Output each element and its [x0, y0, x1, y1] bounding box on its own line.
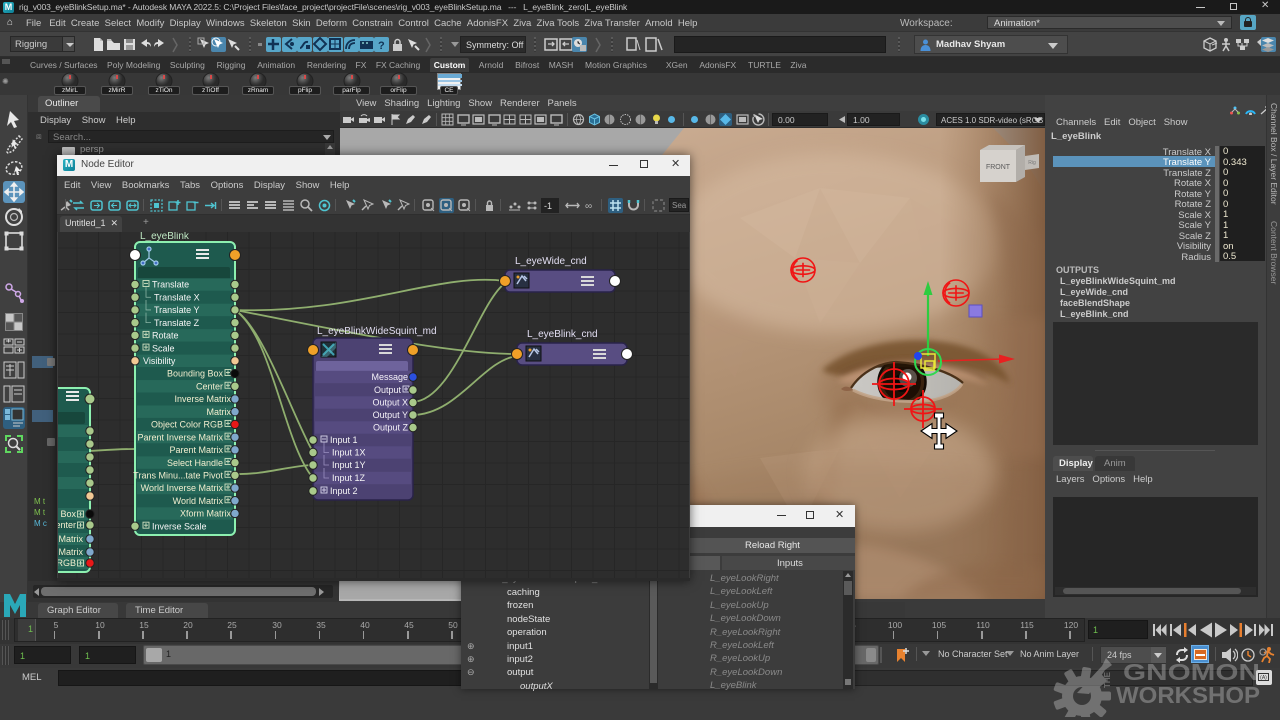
svg-text:∞: ∞	[585, 201, 592, 212]
svg-text:Input 1X: Input 1X	[332, 448, 366, 458]
svg-text:Input 2: Input 2	[330, 486, 358, 496]
svg-text:WORKSHOP: WORKSHOP	[1116, 682, 1260, 708]
svg-text:Message: Message	[371, 372, 408, 382]
svg-text:Output Y: Output Y	[373, 410, 408, 420]
svg-text:-1: -1	[544, 201, 552, 211]
svg-text:L_eyeBlinkWideSquint_md: L_eyeBlinkWideSquint_md	[317, 326, 437, 337]
svg-text:FRONT: FRONT	[986, 164, 1011, 171]
svg-text:Rig: Rig	[1028, 160, 1036, 166]
svg-text:L_eyeWide_cnd: L_eyeWide_cnd	[515, 256, 587, 267]
svg-text:Output: Output	[374, 385, 402, 395]
svg-text:Input 1Y: Input 1Y	[332, 460, 366, 470]
svg-text:Output Z: Output Z	[373, 423, 409, 433]
svg-text:Input 1: Input 1	[330, 435, 358, 445]
svg-text:Output X: Output X	[372, 398, 408, 408]
svg-text:THE: THE	[1103, 671, 1112, 688]
svg-text:Input 1Z: Input 1Z	[332, 473, 366, 483]
svg-text:L_eyeBlink_cnd: L_eyeBlink_cnd	[527, 329, 598, 340]
svg-text:?: ?	[378, 40, 385, 52]
